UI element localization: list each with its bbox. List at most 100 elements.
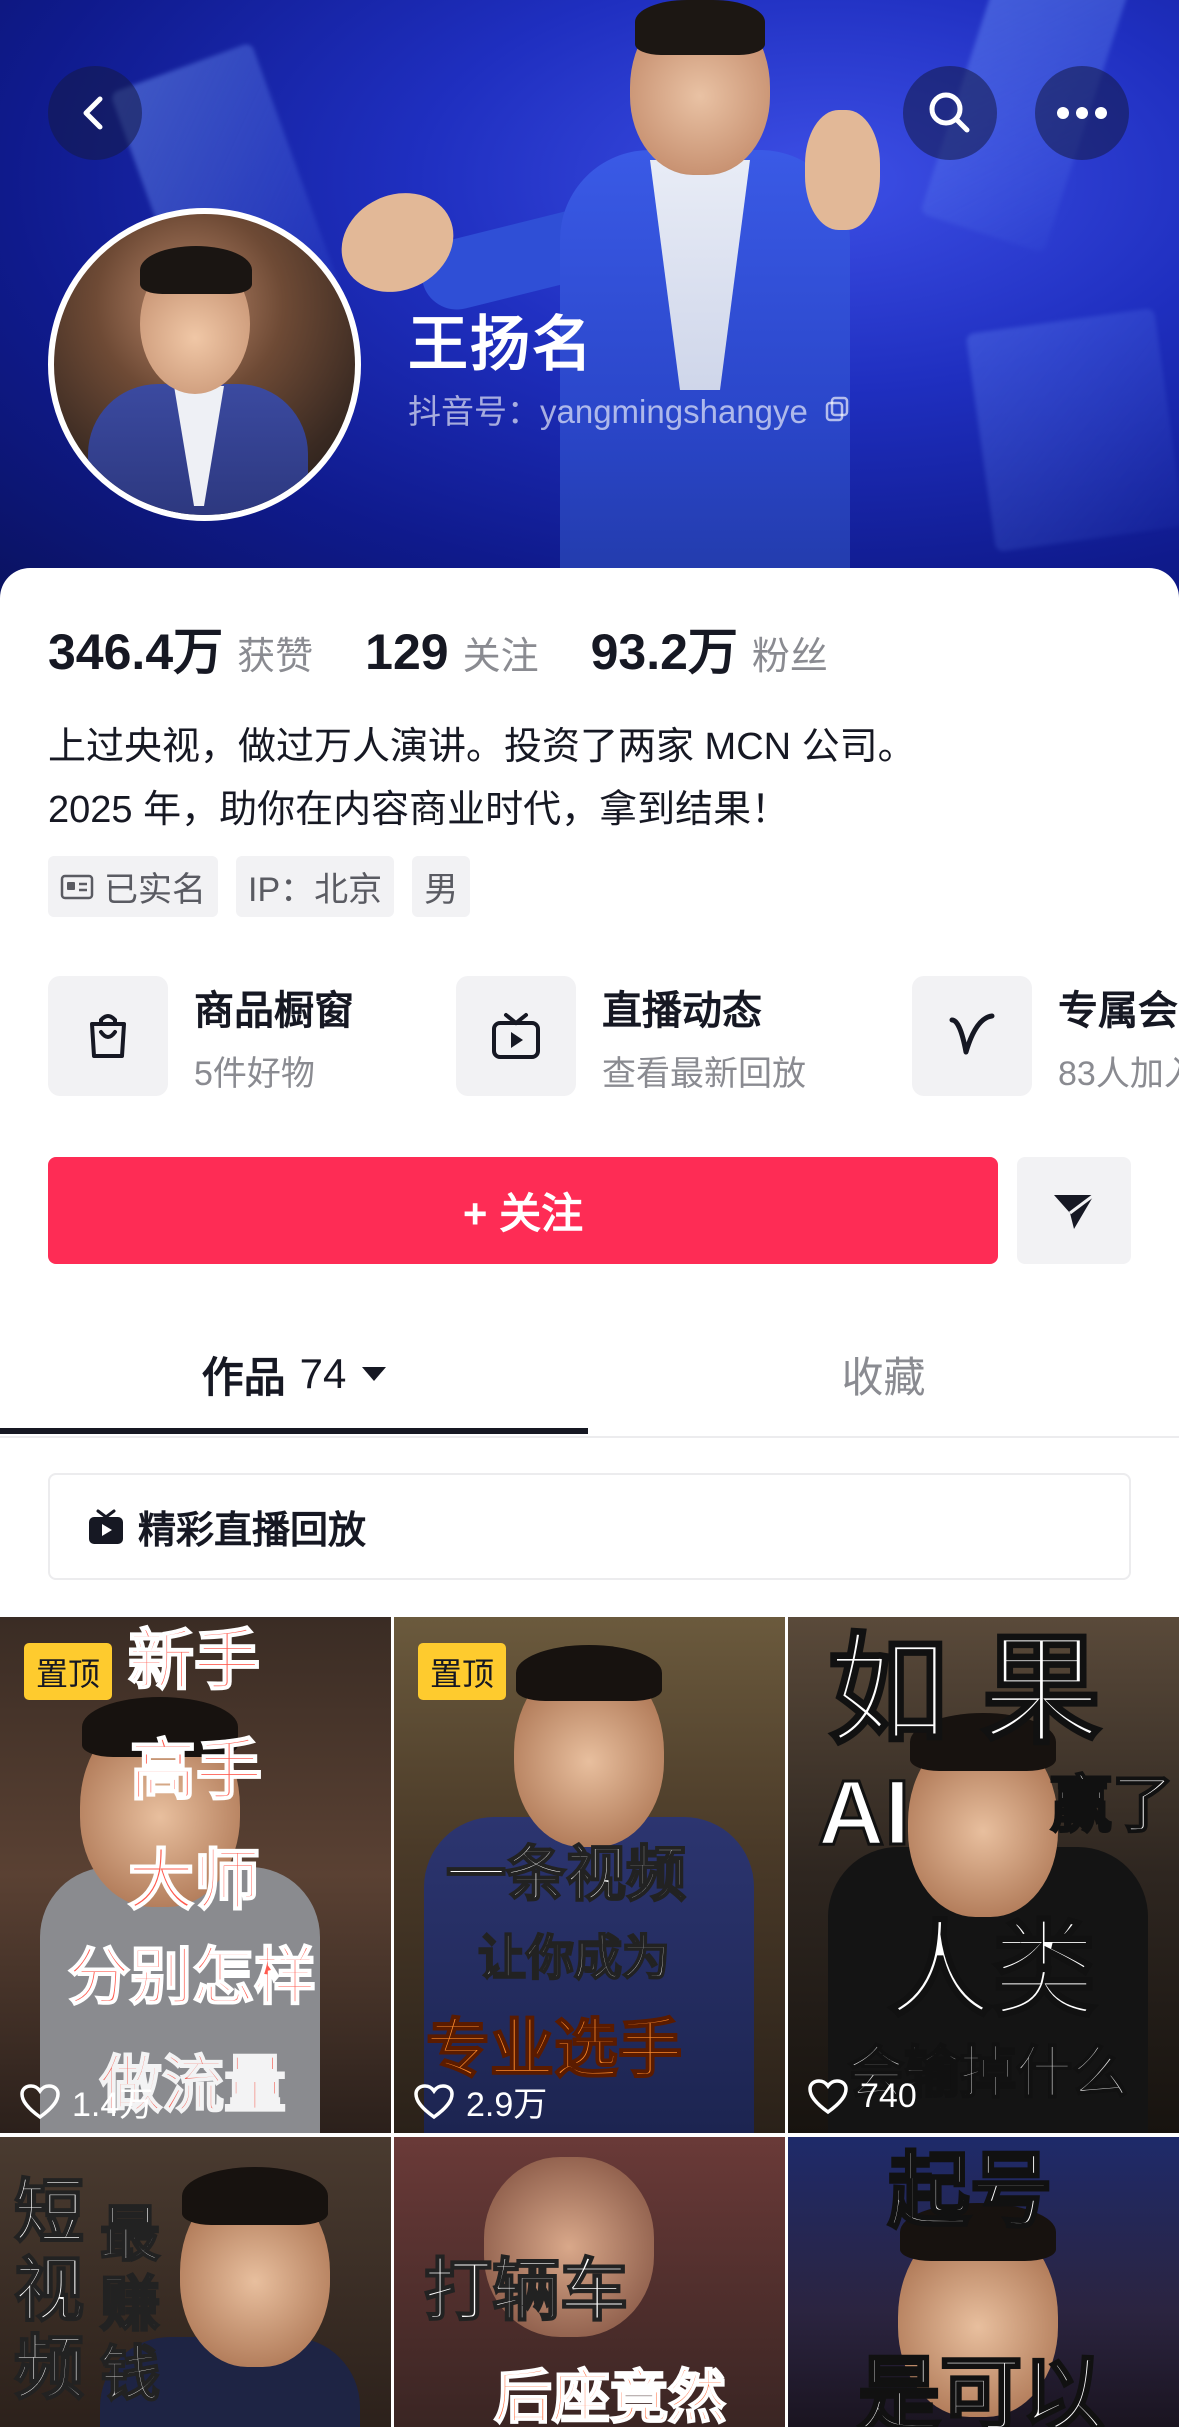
stat-label: 粉丝 [751,636,828,678]
v-badge-icon [912,976,1032,1096]
service-title: 商品橱窗 [194,988,354,1033]
video-overlay-text: 后座竟然 [493,2365,727,2427]
tag-label: 已实名 [104,871,206,909]
video-tile[interactable]: 新手 高手 大师 分别怎样 做流量 置顶 1.4万 [0,1617,391,2133]
likes-count: 740 [860,2077,917,2115]
video-overlay-text: 赢了 [1049,1771,1175,1840]
service-subtitle: 83人加入 [1058,1054,1179,1093]
works-count: 74 [299,1350,347,1397]
active-tab-indicator [0,1428,588,1434]
id-card-icon [60,874,94,899]
service-title: 专属会 [1058,988,1178,1033]
service-live-updates[interactable]: 直播动态 查看最新回放 [456,976,806,1096]
send-message-button[interactable] [1017,1157,1131,1264]
service-shop-window[interactable]: 商品橱窗 5件好物 [48,976,354,1096]
video-tile[interactable]: 起号 是可以 [788,2137,1179,2427]
video-overlay-text: 新手 [127,1623,261,1697]
video-overlay-text: 一条视频 [445,1841,687,1908]
heart-icon [414,2083,454,2119]
stat-label: 获赞 [237,636,314,678]
bio-line: 上过央视，做过万人演讲。投资了两家 MCN 公司。 [48,726,916,768]
video-overlay-text: 专业选手 [425,2013,683,2085]
video-overlay-text: 视 [13,2251,85,2329]
video-overlay-text: 起号 [886,2146,1053,2237]
search-button[interactable] [903,66,997,160]
video-overlay-text: 大师 [127,1843,261,1917]
verified-tag: 已实名 [48,856,218,917]
caret-down-icon [362,1367,387,1381]
tab-works[interactable]: 作品 74 [0,1310,588,1438]
tab-label: 作品 [201,1353,286,1401]
ip-location-tag: IP：北京 [236,856,395,917]
search-icon [929,92,970,133]
profile-stats: 346.4万 获赞 129 关注 93.2万 粉丝 [48,612,880,684]
tv-icon [456,976,576,1096]
service-row: 商品橱窗 5件好物 直播动态 查看最新回放 专属会 83人加入 [48,976,1179,1098]
heart-icon [20,2083,60,2119]
copy-icon[interactable] [824,396,850,422]
more-options-button[interactable] [1035,66,1129,160]
video-tile[interactable]: 如 果 AI 赢了 人类 会输掉什么 740 [788,1617,1179,2133]
stat-followers[interactable]: 93.2万 粉丝 [591,612,828,684]
stat-value: 346.4万 [48,624,224,680]
video-overlay-text: 如 果 [826,1624,1102,1758]
shopping-bag-icon [48,976,168,1096]
douyin-id[interactable]: 抖音号：yangmingshangye [408,385,850,433]
stage-screen-lower [965,307,1179,553]
video-overlay-text: 让你成为 [477,1932,671,1985]
tab-favorites[interactable]: 收藏 [588,1310,1179,1438]
video-overlay-text: AI [817,1762,912,1864]
video-overlay-text: 钱 [99,2341,161,2408]
video-overlay-text: 短 [13,2173,85,2251]
gender-tag: 男 [412,856,471,917]
stat-label: 关注 [462,636,539,678]
video-overlay-text: 打辆车 [423,2253,629,2329]
stat-following[interactable]: 129 关注 [365,623,538,681]
video-tile[interactable]: 短 视 频 最 赚 钱 [0,2137,391,2427]
video-overlay-text: 赚 [99,2271,161,2338]
video-overlay-text: 人类 [886,1913,1097,2029]
profile-bio: 上过央视，做过万人演讲。投资了两家 MCN 公司。 2025 年，助你在内容商业… [48,716,1148,842]
follow-button-label: + 关注 [462,1190,584,1237]
tag-label: 男 [424,871,459,909]
back-button[interactable] [48,66,142,160]
content-tabs: 作品 74 收藏 [0,1310,1179,1438]
video-tile[interactable]: 打辆车 后座竟然 [394,2137,785,2427]
likes-count: 1.4万 [72,2086,154,2124]
service-title: 直播动态 [602,988,762,1033]
heart-icon [808,2078,848,2114]
stat-likes[interactable]: 346.4万 获赞 [48,612,313,684]
video-overlay-text: 最 [99,2201,161,2268]
tag-label: IP：北京 [248,871,383,909]
stat-value: 93.2万 [590,624,738,680]
service-subtitle: 查看最新回放 [602,1054,806,1093]
bio-line: 2025 年，助你在内容商业时代，拿到结果！ [48,789,790,831]
video-likes: 2.9万 [414,2077,547,2126]
profile-tags: 已实名 IP：北京 男 [48,856,471,917]
video-likes: 740 [808,2077,917,2116]
tab-label: 收藏 [841,1353,926,1401]
tv-icon [89,1509,123,1544]
video-grid: 新手 高手 大师 分别怎样 做流量 置顶 1.4万 一条视频 让你成为 专业选手… [0,1617,1179,2427]
video-overlay-text: 频 [13,2329,85,2407]
live-replay-entry[interactable]: 精彩直播回放 [48,1473,1131,1580]
video-likes: 1.4万 [20,2077,153,2126]
service-subtitle: 5件好物 [194,1054,315,1093]
follow-button[interactable]: + 关注 [48,1157,998,1264]
video-overlay-text: 高手 [129,1733,263,1807]
douyin-id-text: 抖音号：yangmingshangye [408,393,808,430]
paper-plane-icon [1054,1193,1095,1229]
service-exclusive-group[interactable]: 专属会 83人加入 [912,976,1179,1096]
video-overlay-text: 是可以 [856,2350,1105,2427]
profile-name: 王扬名 [408,311,594,378]
avatar[interactable] [48,208,361,521]
more-dots-icon [1057,107,1107,119]
video-overlay-text: 分别怎样 [67,1943,317,2012]
live-replay-label: 精彩直播回放 [138,1510,367,1552]
chevron-left-icon [83,96,103,130]
likes-count: 2.9万 [466,2086,548,2124]
video-tile[interactable]: 一条视频 让你成为 专业选手 置顶 2.9万 [394,1617,785,2133]
pinned-badge: 置顶 [24,1643,113,1700]
pinned-badge: 置顶 [418,1643,507,1700]
stat-value: 129 [365,624,449,680]
